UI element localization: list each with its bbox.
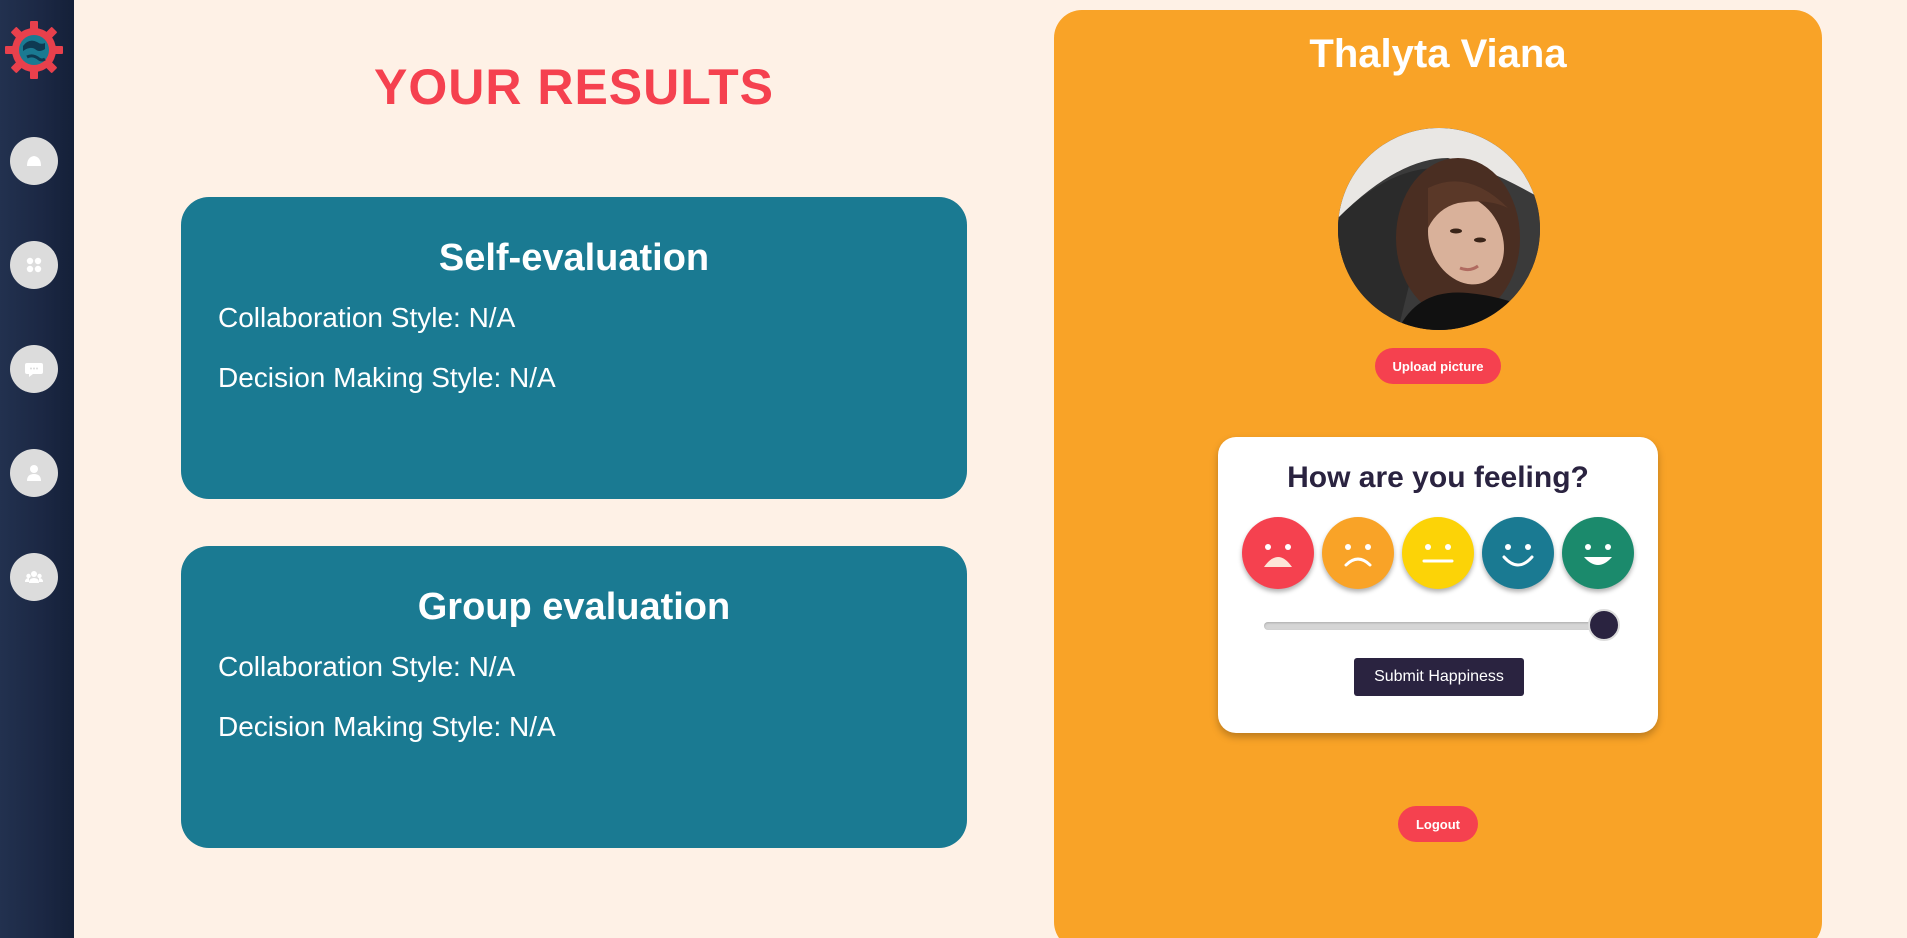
self-collaboration-style: Collaboration Style: N/A [218, 302, 516, 333]
very-sad-face-button[interactable] [1242, 517, 1314, 589]
chat-icon [25, 363, 43, 377]
sidebar [0, 0, 74, 938]
profile-panel: Thalyta Viana Upload picture How are you… [1054, 10, 1822, 938]
group-decision-making-style: Decision Making Style: N/A [218, 711, 556, 742]
logout-button[interactable]: Logout [1398, 806, 1478, 842]
neutral-face-icon [1422, 544, 1454, 563]
home-icon [27, 156, 41, 166]
sidebar-item-chat[interactable] [10, 345, 58, 393]
self-decision-making-style: Decision Making Style: N/A [218, 362, 556, 393]
slider-thumb[interactable] [1588, 609, 1620, 641]
group-collaboration-style: Collaboration Style: N/A [218, 651, 516, 682]
avatar [1338, 128, 1540, 330]
sidebar-item-home[interactable] [10, 137, 58, 185]
self-evaluation-title: Self-evaluation [438, 237, 710, 279]
gear-globe-logo-icon[interactable] [3, 19, 65, 81]
happiness-slider[interactable] [1264, 609, 1620, 641]
happy-face-icon [1502, 544, 1534, 567]
very-happy-face-icon [1584, 544, 1612, 565]
feeling-card: How are you feeling? Submit Happiness [1218, 437, 1658, 733]
happy-face-button[interactable] [1482, 517, 1554, 589]
feeling-title: How are you feeling? [1287, 461, 1589, 494]
sidebar-item-profile[interactable] [10, 449, 58, 497]
group-evaluation-card: Group evaluation Collaboration Style: N/… [181, 546, 967, 848]
user-name: Thalyta Viana [1309, 32, 1567, 76]
group-evaluation-title: Group evaluation [417, 586, 731, 628]
mood-faces [1242, 517, 1634, 591]
user-icon [27, 465, 41, 481]
sad-face-icon [1344, 544, 1372, 567]
upload-picture-button[interactable]: Upload picture [1375, 348, 1501, 384]
submit-happiness-button[interactable]: Submit Happiness [1354, 658, 1524, 696]
page-title: YOUR RESULTS [374, 59, 774, 115]
team-icon [25, 571, 43, 583]
self-evaluation-card: Self-evaluation Collaboration Style: N/A… [181, 197, 967, 499]
neutral-face-button[interactable] [1402, 517, 1474, 589]
sidebar-item-team[interactable] [10, 553, 58, 601]
very-happy-face-button[interactable] [1562, 517, 1634, 589]
very-sad-face-icon [1264, 544, 1292, 567]
sad-face-button[interactable] [1322, 517, 1394, 589]
slider-track [1264, 622, 1604, 630]
grid-icon [26, 257, 42, 273]
avatar-photo-icon [1338, 128, 1540, 330]
sidebar-item-dashboard[interactable] [10, 241, 58, 289]
